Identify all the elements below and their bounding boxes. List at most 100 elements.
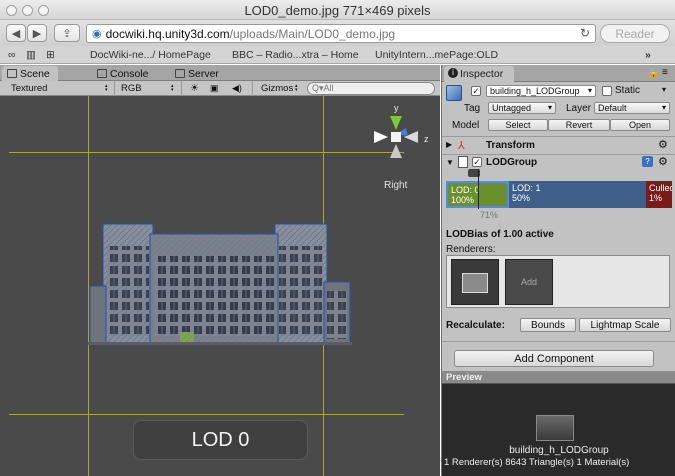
scene-tabstrip: Scene Console Server: [0, 65, 440, 81]
scene-search-input[interactable]: Q▾All: [307, 82, 435, 95]
toolbar-separator: [114, 81, 115, 96]
color-mode-dropdown[interactable]: RGB: [118, 82, 178, 95]
static-label: Static: [615, 85, 641, 96]
scene-toolbar: Textured RGB ☀ ▣ ◀) Gizmos Q▾All: [0, 81, 440, 96]
lod0-percent: 100%: [451, 195, 475, 205]
tag-dropdown[interactable]: Untagged: [488, 102, 556, 114]
gizmo-neg-x-cone[interactable]: [374, 131, 388, 143]
static-dropdown-arrow-icon[interactable]: ▾: [662, 85, 666, 94]
url-path: /uploads/Main/LOD0_demo.jpg: [229, 26, 396, 41]
section-separator: [442, 154, 675, 155]
layer-label: Layer: [566, 103, 592, 114]
model-revert-button[interactable]: Revert: [548, 119, 610, 131]
preview-panel: Preview building_h_LODGroup 1 Renderer(s…: [441, 371, 675, 476]
console-tab-icon: [97, 69, 107, 78]
object-name-value: building_h_LODGroup: [490, 86, 580, 96]
view-label: Right: [384, 180, 408, 191]
url-host: docwiki.hq.unity3d.com: [105, 26, 230, 41]
share-button[interactable]: ⇪: [54, 24, 80, 42]
lodgroup-label: LODGroup: [486, 157, 538, 168]
panel-menu-icon[interactable]: ≡: [662, 67, 668, 78]
preview-header[interactable]: Preview: [442, 371, 675, 384]
back-button[interactable]: ◀: [6, 24, 26, 42]
info-icon: i: [448, 68, 458, 78]
layer-dropdown[interactable]: Default: [594, 102, 670, 114]
server-tab-icon: [175, 69, 185, 78]
bookmark-item[interactable]: BBC – Radio...xtra – Home: [232, 49, 359, 61]
transform-settings-gear-icon[interactable]: ⚙: [658, 138, 668, 151]
recalculate-lightmap-scale-button[interactable]: Lightmap Scale: [579, 318, 671, 332]
toolbar-separator: [252, 81, 253, 96]
static-checkbox[interactable]: [602, 86, 612, 96]
add-component-button[interactable]: Add Component: [454, 350, 654, 367]
bookmarks-book-icon[interactable]: ▥: [26, 49, 36, 61]
gizmos-dropdown[interactable]: Gizmos: [258, 82, 302, 95]
lodgroup-settings-gear-icon[interactable]: ⚙: [658, 155, 668, 168]
gizmo-z-label: z: [424, 134, 429, 144]
object-name-field[interactable]: building_h_LODGroup: [486, 85, 596, 97]
gizmo-y-label: y: [394, 103, 399, 113]
add-renderer-label: Add: [520, 277, 537, 287]
scene-tab-icon: [7, 69, 17, 78]
lighting-toggle-icon[interactable]: ☀: [187, 82, 201, 95]
recalculate-bounds-button[interactable]: Bounds: [520, 318, 576, 332]
lodgroup-component-icon: [458, 156, 468, 168]
scene-view[interactable]: y z Right: [0, 96, 440, 476]
culled-name: Culled: [649, 183, 672, 193]
section-separator: [442, 341, 675, 342]
gizmo-center-cube[interactable]: [391, 132, 401, 142]
tag-label: Tag: [464, 103, 481, 114]
share-icon: ⇪: [62, 27, 72, 40]
tab-label: Console: [110, 67, 149, 80]
tab-inspector[interactable]: i Inspector: [444, 66, 514, 82]
transform-foldout-arrow-icon[interactable]: ▶: [446, 140, 452, 149]
bookmark-item[interactable]: DocWiki-ne.../ HomePage: [90, 49, 211, 61]
render-mode-dropdown[interactable]: Textured: [8, 82, 112, 95]
model-select-button[interactable]: Select: [488, 119, 548, 131]
model-open-button[interactable]: Open: [610, 119, 670, 131]
lod1-segment[interactable]: LOD: 1 50%: [509, 181, 646, 208]
more-bookmarks-button[interactable]: »: [645, 49, 651, 61]
lodgroup-enabled-checkbox[interactable]: ✓: [472, 157, 482, 167]
camera-position-marker: [478, 169, 479, 209]
model-label: Model: [452, 120, 480, 131]
tab-server[interactable]: Server: [170, 66, 227, 81]
culled-segment[interactable]: Culled 1%: [646, 181, 672, 208]
forward-arrow-icon: ▶: [32, 27, 42, 40]
section-separator: [442, 136, 675, 137]
reader-button[interactable]: Reader: [600, 24, 670, 43]
reading-list-icon[interactable]: ∞: [8, 49, 16, 61]
preview-model[interactable]: [536, 415, 574, 441]
inspector-tabstrip: i Inspector 🔒 ≡: [442, 65, 675, 82]
top-sites-icon[interactable]: ⊞: [46, 49, 55, 61]
lock-icon[interactable]: 🔒: [648, 68, 659, 79]
add-renderer-button[interactable]: Add: [505, 259, 553, 305]
tab-label: Server: [188, 67, 219, 80]
tab-console[interactable]: Console: [92, 66, 157, 81]
culled-percent: 1%: [649, 193, 663, 203]
toolbar-separator: [181, 81, 182, 96]
lodgroup-foldout-arrow-icon[interactable]: ▼: [446, 158, 454, 167]
image-toggle-icon[interactable]: ▣: [207, 82, 221, 95]
renderer-thumbnail[interactable]: [451, 259, 499, 305]
reload-icon[interactable]: ↻: [580, 26, 590, 40]
transform-icon: ⅄: [458, 140, 465, 152]
renderers-list: Add: [446, 255, 670, 308]
tab-label: Scene: [20, 67, 50, 80]
tab-scene[interactable]: Scene: [2, 66, 58, 81]
gizmo-neg-y-cone[interactable]: [390, 144, 402, 158]
window-title: LOD0_demo.jpg 771×469 pixels: [244, 3, 431, 18]
bookmark-item[interactable]: UnityIntern...mePage:OLD: [375, 49, 498, 61]
camera-percent-label: 71%: [480, 210, 499, 220]
lodbias-text: LODBias of 1.00 active: [446, 229, 554, 240]
address-bar[interactable]: ◉ docwiki.hq.unity3d.com/uploads/Main/LO…: [86, 24, 596, 43]
audio-toggle-icon[interactable]: ◀): [229, 82, 243, 95]
help-icon[interactable]: ?: [642, 156, 653, 167]
window-titlebar: LOD0_demo.jpg 771×469 pixels: [0, 0, 675, 20]
forward-button[interactable]: ▶: [27, 24, 47, 42]
transform-label[interactable]: Transform: [486, 140, 535, 151]
recalculate-label: Recalculate:: [446, 320, 505, 331]
active-checkbox[interactable]: ✓: [471, 86, 481, 96]
gizmo-y-cone[interactable]: [390, 116, 402, 130]
lod-level-overlay: LOD 0: [133, 420, 308, 460]
